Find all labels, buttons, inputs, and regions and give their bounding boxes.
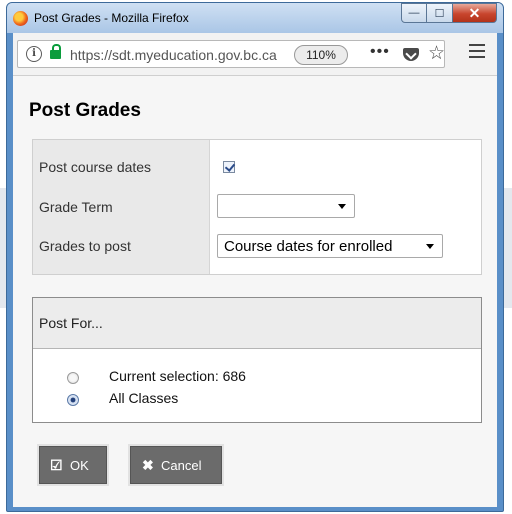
close-icon: ✕: [468, 4, 481, 21]
pocket-icon[interactable]: [403, 48, 419, 61]
all-classes-label[interactable]: All Classes: [109, 390, 178, 406]
hamburger-menu-icon[interactable]: [469, 44, 485, 58]
form-label-column: Post course dates Grade Term Grades to p…: [33, 140, 210, 274]
post-grades-form: Post course dates Grade Term Grades to p…: [32, 139, 482, 275]
url-text[interactable]: https://sdt.myeducation.gov.bc.ca: [70, 47, 292, 63]
grade-term-label: Grade Term: [39, 199, 113, 215]
current-selection-label[interactable]: Current selection: 686: [109, 368, 246, 384]
cancel-button-label: Cancel: [161, 458, 202, 473]
cancel-button[interactable]: ✖ Cancel: [130, 446, 222, 484]
grades-to-post-label: Grades to post: [39, 238, 131, 254]
page-actions-icon[interactable]: •••: [370, 43, 390, 61]
post-for-header: Post For...: [33, 298, 481, 349]
chevron-down-icon: [426, 244, 434, 249]
grades-to-post-value: Course dates for enrolled: [224, 238, 393, 255]
bookmark-star-icon[interactable]: ☆: [428, 42, 445, 65]
info-icon[interactable]: i: [26, 46, 42, 62]
post-course-dates-label: Post course dates: [39, 159, 152, 175]
dialog-content: Post Grades Post course dates Grade Term…: [13, 76, 497, 507]
maximize-icon: ☐: [434, 7, 445, 20]
post-for-title: Post For...: [39, 315, 103, 331]
window-title: Post Grades - Mozilla Firefox: [34, 11, 189, 25]
minimize-icon: —: [408, 7, 420, 19]
lock-icon[interactable]: [50, 44, 61, 59]
minimize-button[interactable]: —: [401, 3, 427, 23]
post-for-panel: Post For... Current selection: 686 All C…: [32, 297, 482, 423]
chevron-down-icon: [338, 204, 346, 209]
address-bar[interactable]: i https://sdt.myeducation.gov.bc.ca 110%…: [17, 40, 445, 68]
all-classes-radio[interactable]: [67, 394, 79, 406]
grade-term-select[interactable]: [217, 194, 355, 218]
browser-window: Post Grades - Mozilla Firefox — ☐ ✕ i ht…: [6, 2, 504, 512]
post-course-dates-checkbox[interactable]: [223, 161, 235, 173]
current-selection-radio[interactable]: [67, 372, 79, 384]
ok-button[interactable]: ☑ OK: [39, 446, 107, 484]
check-square-icon: ☑: [50, 457, 63, 473]
window-controls: — ☐ ✕: [401, 3, 497, 25]
zoom-level-button[interactable]: 110%: [294, 45, 348, 65]
page-title: Post Grades: [29, 100, 141, 121]
title-bar[interactable]: Post Grades - Mozilla Firefox — ☐ ✕: [7, 3, 503, 33]
firefox-icon: [13, 11, 28, 26]
navigation-toolbar: i https://sdt.myeducation.gov.bc.ca 110%…: [13, 33, 497, 76]
maximize-button[interactable]: ☐: [427, 3, 453, 23]
close-button[interactable]: ✕: [453, 3, 497, 23]
close-x-icon: ✖: [142, 457, 154, 473]
grades-to-post-select[interactable]: Course dates for enrolled: [217, 234, 443, 258]
ok-button-label: OK: [70, 458, 89, 473]
